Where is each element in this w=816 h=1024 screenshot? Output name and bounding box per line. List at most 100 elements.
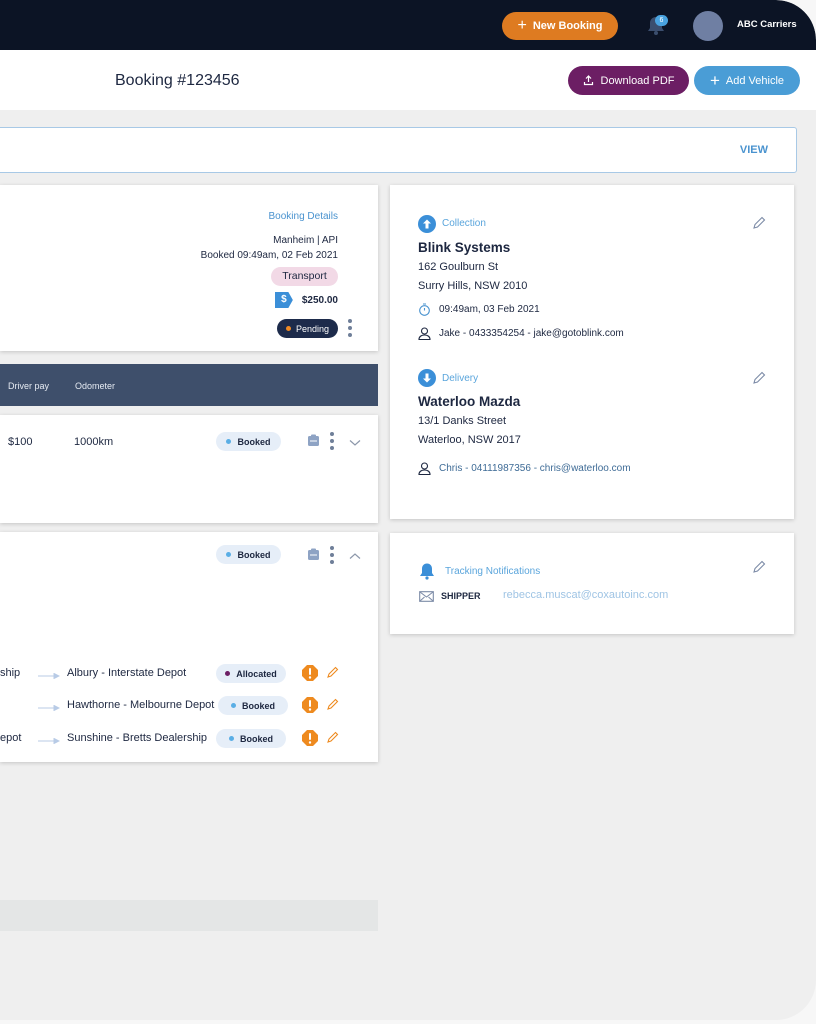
warning-icon[interactable] (301, 729, 319, 747)
plus-icon: + (517, 17, 527, 34)
clipboard-icon[interactable] (307, 548, 320, 561)
tracking-notifications-card: Tracking Notifications SHIPPER rebecca.m… (390, 533, 794, 634)
vehicle-status-label: Booked (237, 436, 271, 447)
status-dot (285, 326, 291, 331)
add-vehicle-button[interactable]: + Add Vehicle (694, 66, 800, 95)
delivery-label: Delivery (442, 373, 479, 384)
booking-price: $250.00 (301, 294, 338, 306)
leg-status-badge[interactable]: Allocated (216, 664, 286, 683)
collection-label: Collection (442, 218, 486, 229)
edit-pencil-icon[interactable] (326, 666, 339, 679)
collection-time: 09:49am, 03 Feb 2021 (439, 304, 540, 315)
vehicle-card-expanded: Booked ship Albury - Interstate Depot Al… (0, 532, 378, 762)
chevron-down-icon[interactable] (349, 439, 361, 447)
view-link[interactable]: VIEW (740, 144, 768, 156)
page-title: Booking #123456 (115, 72, 240, 89)
account-name[interactable]: ABC Carriers (737, 19, 797, 30)
upload-icon (583, 75, 593, 86)
vehicle-table-header: Driver pay Odometer (0, 364, 378, 406)
booking-details-card: Booking Details Manheim | API Booked 09:… (0, 185, 378, 351)
top-nav-bar: + New Booking 6 ABC Carriers (0, 0, 816, 50)
edit-tracking-pencil-icon[interactable] (752, 560, 766, 574)
leg-destination: Sunshine - Bretts Dealership (67, 732, 208, 744)
clipboard-icon[interactable] (307, 434, 320, 447)
delivery-contact-row: Chris - 04111987356 - chris@waterloo.com (418, 462, 631, 475)
view-bar: VIEW (0, 127, 797, 173)
leg-destination: Albury - Interstate Depot (67, 667, 187, 679)
footer-strip (0, 900, 378, 931)
booking-status-badge[interactable]: Pending (277, 319, 338, 338)
edit-collection-pencil-icon[interactable] (752, 216, 766, 230)
collection-contact-row: Jake - 0433354254 - jake@gotoblink.com (418, 327, 624, 340)
bell-icon (420, 563, 434, 580)
transport-leg: Hawthorne - Melbourne Depot Booked (0, 694, 378, 718)
booking-more-menu-icon[interactable] (348, 319, 352, 337)
status-dot (228, 736, 234, 741)
delivery-suburb: Waterloo, NSW 2017 (418, 434, 521, 446)
edit-pencil-icon[interactable] (326, 698, 339, 711)
booking-details-title[interactable]: Booking Details (269, 211, 338, 222)
transport-leg: epot Sunshine - Bretts Dealership Booked (0, 727, 378, 751)
status-dot (225, 671, 231, 676)
collection-company: Blink Systems (418, 240, 511, 255)
app-window: + New Booking 6 ABC Carriers Booking #12… (0, 0, 816, 1020)
notification-role: SHIPPER (441, 591, 481, 601)
booking-status-label: Pending (295, 323, 330, 334)
delivery-arrow-down-icon (418, 369, 436, 387)
leg-destination: Hawthorne - Melbourne Depot (67, 699, 215, 711)
leg-status-badge[interactable]: Booked (218, 696, 288, 715)
notification-email: rebecca.muscat@coxautoinc.com (503, 589, 669, 601)
collection-contact: Jake - 0433354254 - jake@gotoblink.com (439, 328, 624, 339)
transport-leg: ship Albury - Interstate Depot Allocated (0, 662, 378, 686)
warning-icon[interactable] (301, 696, 319, 714)
add-vehicle-label: Add Vehicle (725, 74, 785, 87)
notification-count-badge: 6 (655, 15, 668, 26)
arrow-right-icon (38, 673, 60, 679)
edit-delivery-pencil-icon[interactable] (752, 371, 766, 385)
user-avatar[interactable] (693, 11, 723, 41)
leg-status-label: Allocated (236, 668, 277, 679)
delivery-company: Waterloo Mazda (418, 394, 521, 409)
person-icon (418, 327, 431, 340)
collection-arrow-up-icon (418, 215, 436, 233)
column-header-odometer: Odometer (75, 381, 116, 391)
vehicle-row[interactable]: $100 1000km Booked (0, 415, 378, 523)
collection-time-row: 09:49am, 03 Feb 2021 (418, 303, 540, 316)
delivery-contact: Chris - 04111987356 - chris@waterloo.com (439, 463, 631, 474)
download-pdf-label: Download PDF (600, 74, 675, 87)
delivery-street: 13/1 Danks Street (418, 415, 507, 427)
vehicle-more-menu-icon[interactable] (330, 546, 334, 564)
leg-status-label: Booked (239, 733, 273, 744)
edit-pencil-icon[interactable] (326, 731, 339, 744)
arrow-right-icon (38, 705, 60, 711)
envelope-icon (419, 591, 434, 602)
leg-status-badge[interactable]: Booked (216, 729, 286, 748)
warning-icon[interactable] (301, 664, 319, 682)
price-tag-icon: $ (274, 292, 293, 308)
driver-pay-value: $100 (8, 436, 33, 448)
download-pdf-button[interactable]: Download PDF (568, 66, 689, 95)
collection-street: 162 Goulburn St (418, 261, 499, 273)
price-row: $ $250.00 (274, 292, 338, 308)
arrow-right-icon (38, 738, 60, 744)
leg-origin: ship (0, 667, 21, 679)
vehicle-status-badge[interactable]: Booked (216, 545, 281, 564)
plus-icon: + (709, 71, 720, 90)
booked-timestamp: Booked 09:49am, 02 Feb 2021 (200, 250, 338, 261)
vehicle-status-badge[interactable]: Booked (216, 432, 281, 451)
new-booking-label: New Booking (532, 20, 603, 32)
leg-origin: epot (0, 732, 22, 744)
column-header-driver-pay: Driver pay (8, 381, 50, 391)
tracking-label: Tracking Notifications (445, 566, 541, 577)
chevron-up-icon[interactable] (349, 552, 361, 560)
vehicle-more-menu-icon[interactable] (330, 432, 334, 450)
status-dot (226, 552, 232, 557)
collection-suburb: Surry Hills, NSW 2010 (418, 280, 528, 292)
leg-status-label: Booked (241, 700, 275, 711)
person-icon (418, 462, 431, 475)
odometer-value: 1000km (74, 436, 114, 448)
new-booking-button[interactable]: + New Booking (502, 12, 618, 40)
address-card: Collection Blink Systems 162 Goulburn St… (390, 185, 794, 519)
page-header: Booking #123456 Download PDF + Add Vehic… (0, 50, 816, 110)
status-dot (230, 703, 236, 708)
